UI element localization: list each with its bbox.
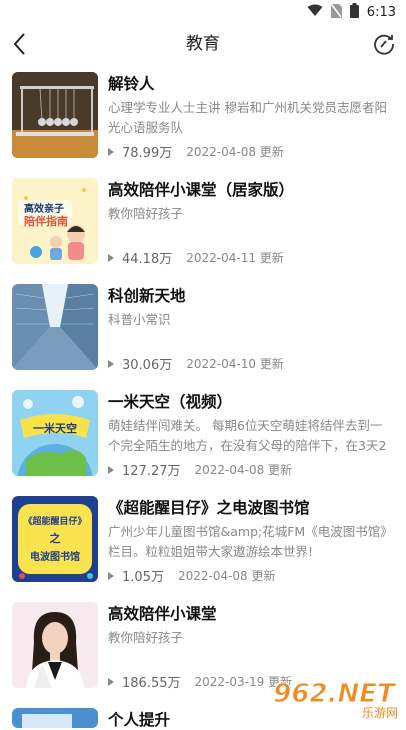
play-count: 44.18万 <box>122 252 173 267</box>
play-count: 1.05万 <box>122 570 164 585</box>
update-date: 2022-04-11 更新 <box>186 251 284 265</box>
battery-icon <box>349 3 359 22</box>
play-count-icon <box>108 571 114 580</box>
thumbnail-text: 陪伴指南 <box>24 214 68 228</box>
item-meta: 127.27万 2022-04-08 更新 <box>108 460 292 479</box>
nav-bar: 教育 <box>0 22 406 66</box>
status-bar: 6:13 <box>0 0 406 22</box>
item-meta: 78.99万 2022-04-08 更新 <box>108 142 284 161</box>
status-time: 6:13 <box>366 5 396 20</box>
thumbnail-radio-library: 《超能醒目仔》 之 电波图书馆 <box>12 496 98 582</box>
thumbnail-one-meter-sky: 一米天空 <box>12 390 98 476</box>
thumbnail-presenter-portrait <box>12 602 98 688</box>
update-date: 2022-04-10 更新 <box>186 357 284 371</box>
item-description: 广州少年儿童图书馆&amp;花城FM《电波图书馆》栏目。粒粒姐姐带大家遨游绘本世… <box>108 524 393 559</box>
watermark-logo-text: 962.NET <box>273 679 397 709</box>
item-title: 一米天空（视频） <box>108 393 233 411</box>
item-description: 教你陪好孩子 <box>108 206 184 221</box>
item-title: 科创新天地 <box>108 287 186 305</box>
play-count: 186.55万 <box>122 676 181 691</box>
play-count-icon <box>108 677 114 686</box>
item-title: 个人提升 <box>108 711 171 729</box>
play-count-icon <box>108 147 114 156</box>
thumbnail-skyscrapers <box>12 284 98 370</box>
thumbnail-text: 高效亲子 <box>24 202 64 215</box>
list-item[interactable]: 科创新天地 科普小常识 30.06万 2022-04-10 更新 <box>0 278 406 378</box>
item-title: 《超能醒目仔》之电波图书馆 <box>108 499 310 517</box>
item-description: 科普小常识 <box>108 312 171 327</box>
thumbnail-text: 《超能醒目仔》 <box>23 515 86 527</box>
page-title: 教育 <box>186 34 220 54</box>
item-title: 高效陪伴小课堂 <box>108 605 217 623</box>
play-count: 30.06万 <box>122 358 173 373</box>
play-count-icon <box>108 359 114 368</box>
play-count-icon <box>108 253 114 262</box>
play-count-icon <box>108 465 114 474</box>
update-date: 2022-04-08 更新 <box>186 145 284 159</box>
list-item[interactable]: 高效亲子 陪伴指南 高效陪伴小课堂（居家版） 教你陪好孩子 44.18万 202… <box>0 172 406 272</box>
thumbnail-text: 一米天空 <box>33 421 77 435</box>
update-date: 2022-04-08 更新 <box>177 569 276 583</box>
thumbnail-personal-growth <box>12 708 98 728</box>
item-meta: 1.05万 2022-04-08 更新 <box>108 566 276 585</box>
list-item[interactable]: 解铃人 心理学专业人士主讲 穆岩和广州机关党员志愿者阳光心语服务队 78.99万… <box>0 66 406 166</box>
list-item[interactable]: 《超能醒目仔》 之 电波图书馆 《超能醒目仔》之电波图书馆 广州少年儿童图书馆&… <box>0 490 406 590</box>
thumbnail-text: 之 <box>50 531 61 545</box>
item-description: 心理学专业人士主讲 穆岩和广州机关党员志愿者阳光心语服务队 <box>108 100 387 135</box>
item-description: 萌娃结伴闯难关。 每期6位天空萌娃将结伴去到一个完全陌生的地方，在没有父母的陪伴… <box>108 418 387 453</box>
list-item[interactable]: 一米天空 一米天空（视频） 萌娃结伴闯难关。 每期6位天空萌娃将结伴去到一个完全… <box>0 384 406 484</box>
play-count: 78.99万 <box>122 146 173 161</box>
wifi-icon <box>307 4 323 21</box>
item-meta: 44.18万 2022-04-11 更新 <box>108 248 284 267</box>
item-title: 高效陪伴小课堂（居家版） <box>108 181 295 199</box>
item-meta: 30.06万 2022-04-10 更新 <box>108 354 284 373</box>
thumbnail-text: 电波图书馆 <box>30 550 80 563</box>
update-date: 2022-04-08 更新 <box>194 463 293 477</box>
site-watermark: 962.NET 乐游网 <box>264 676 404 721</box>
item-title: 解铃人 <box>108 75 155 93</box>
play-count: 127.27万 <box>122 464 181 479</box>
thumbnail-newton-cradle <box>12 72 98 158</box>
thumbnail-parenting-guide: 高效亲子 陪伴指南 <box>12 178 98 264</box>
item-description: 教你陪好孩子 <box>108 630 184 645</box>
watermark-sub-text: 乐游网 <box>362 706 398 720</box>
no-sim-icon <box>330 3 342 22</box>
refresh-icon[interactable] <box>370 30 398 58</box>
